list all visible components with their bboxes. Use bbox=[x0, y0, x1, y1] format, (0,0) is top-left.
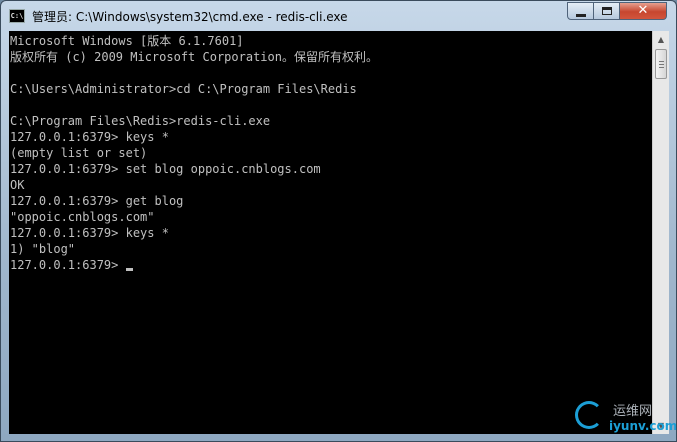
minimize-button[interactable] bbox=[567, 2, 594, 20]
watermark-en-text: iyunv.com bbox=[609, 419, 677, 433]
site-watermark: 运维网 iyunv.com bbox=[573, 399, 676, 439]
console-line: "oppoic.cnblogs.com" bbox=[10, 210, 155, 224]
console-prompt: 127.0.0.1:6379> bbox=[10, 258, 126, 272]
cmd-app-icon[interactable]: C:\ bbox=[9, 9, 25, 23]
text-cursor bbox=[125, 268, 133, 271]
vertical-scrollbar[interactable]: ▲ ▼ bbox=[652, 31, 669, 434]
grip-line bbox=[659, 64, 664, 65]
maximize-button[interactable] bbox=[594, 2, 620, 20]
watermark-cn-text: 运维网 bbox=[613, 404, 653, 419]
grip-line bbox=[659, 61, 664, 62]
console-line: Microsoft Windows [版本 6.1.7601] bbox=[10, 34, 244, 48]
close-icon: ✕ bbox=[637, 3, 649, 18]
window-title: 管理员: C:\Windows\system32\cmd.exe - redis… bbox=[32, 10, 348, 24]
arrow-up-icon: ▲ bbox=[657, 35, 665, 44]
grip-line bbox=[659, 67, 664, 68]
console-line: 127.0.0.1:6379> get blog bbox=[10, 194, 184, 208]
console-line: 127.0.0.1:6379> keys * bbox=[10, 226, 169, 240]
title-bar[interactable]: C:\ 管理员: C:\Windows\system32\cmd.exe - r… bbox=[1, 1, 676, 31]
console-line: 1) "blog" bbox=[10, 242, 76, 256]
cmd-window: C:\ 管理员: C:\Windows\system32\cmd.exe - r… bbox=[0, 0, 677, 442]
console-line: 版权所有 (c) 2009 Microsoft Corporation。保留所有… bbox=[10, 50, 378, 64]
console-text: Microsoft Windows [版本 6.1.7601] 版权所有 (c)… bbox=[9, 31, 652, 273]
watermark-logo-icon bbox=[575, 401, 603, 429]
scrollbar-thumb[interactable] bbox=[655, 49, 667, 79]
console-line: C:\Program Files\Redis>redis-cli.exe bbox=[10, 114, 271, 128]
console-output[interactable]: Microsoft Windows [版本 6.1.7601] 版权所有 (c)… bbox=[9, 31, 652, 434]
console-line: 127.0.0.1:6379> keys * bbox=[10, 130, 169, 144]
console-line: (empty list or set) bbox=[10, 146, 148, 160]
console-line: OK bbox=[10, 178, 25, 192]
console-line: C:\Users\Administrator>cd C:\Program Fil… bbox=[10, 82, 357, 96]
scroll-up-button[interactable]: ▲ bbox=[653, 31, 669, 48]
minimize-icon bbox=[575, 13, 586, 17]
console-line: 127.0.0.1:6379> set blog oppoic.cnblogs.… bbox=[10, 162, 321, 176]
maximize-icon bbox=[601, 7, 612, 15]
close-button[interactable]: ✕ bbox=[620, 2, 667, 20]
